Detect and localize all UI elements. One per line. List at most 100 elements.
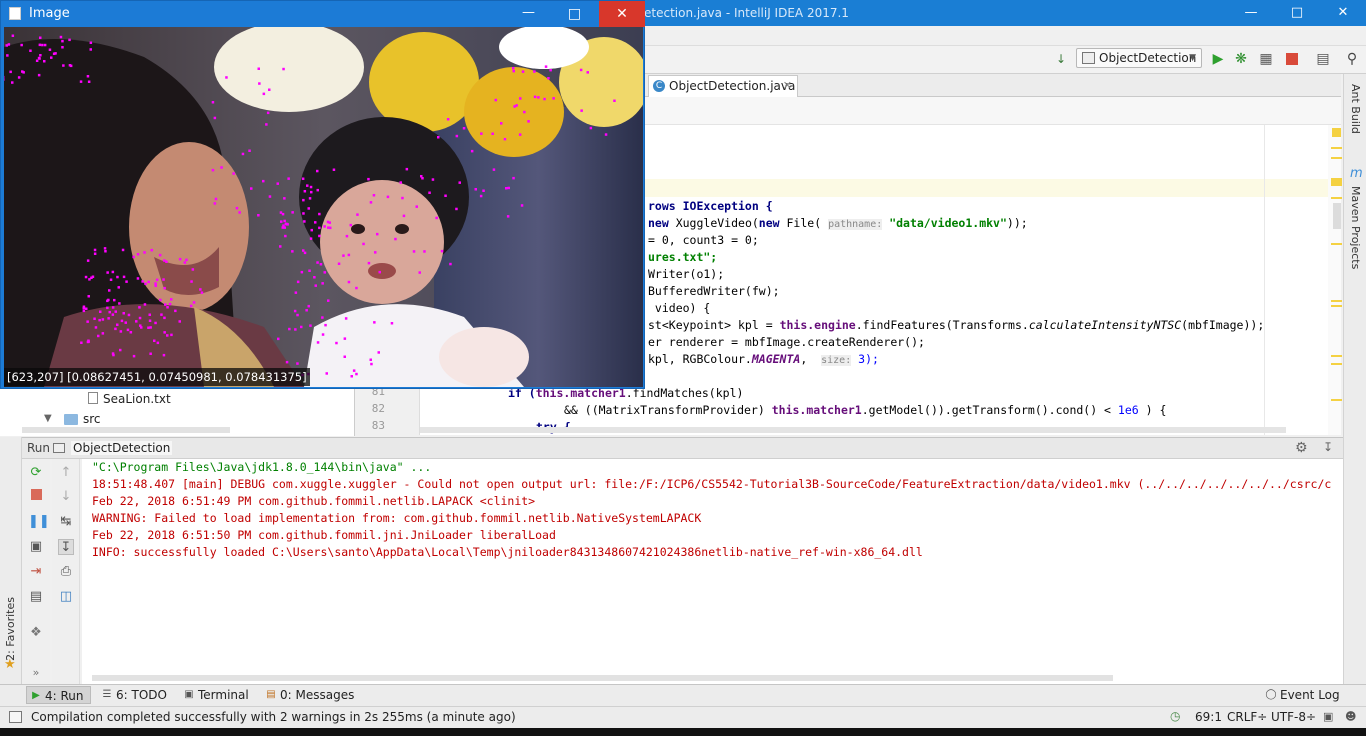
keypoint — [148, 319, 152, 322]
rerun-icon[interactable]: ⟳ — [28, 465, 44, 481]
close-tab-icon[interactable]: ✕ — [783, 76, 792, 96]
keypoint — [327, 299, 330, 302]
hide-panel-icon[interactable]: ↧ — [1323, 440, 1333, 454]
pin-icon[interactable]: ❖ — [28, 625, 44, 641]
run-panel-label: Run — [27, 441, 51, 455]
ide-maximize-button[interactable]: □ — [1274, 0, 1320, 26]
video-frame[interactable] — [4, 27, 643, 387]
layout-icon[interactable]: ▤ — [28, 589, 44, 605]
image-maximize-button[interactable]: □ — [552, 1, 597, 27]
image-close-button[interactable]: ✕ — [599, 1, 645, 27]
tool-tab-event-log[interactable]: ◯ Event Log — [1262, 686, 1346, 704]
tree-item-src[interactable]: src — [83, 412, 101, 426]
error-stripe[interactable] — [1328, 125, 1341, 435]
debug-icon[interactable]: ❋ — [1232, 50, 1250, 68]
keypoint — [190, 280, 193, 283]
tree-item-sealion[interactable]: SeaLion.txt — [103, 392, 171, 406]
keypoint — [106, 271, 109, 274]
project-horizontal-scrollbar[interactable] — [22, 427, 230, 433]
stop-button[interactable] — [1283, 50, 1301, 68]
keypoint — [38, 43, 42, 47]
pause-icon[interactable]: ❚❚ — [28, 514, 50, 530]
keypoint — [21, 70, 24, 73]
console-horizontal-scrollbar[interactable] — [92, 675, 1113, 681]
tool-tab-todo[interactable]: ☰ 6: TODO — [98, 686, 173, 704]
ant-build-tab[interactable]: Ant Build — [1349, 84, 1362, 134]
console-line: 18:51:48.407 [main] DEBUG com.xuggle.xug… — [92, 477, 1332, 491]
warning-mark[interactable] — [1331, 157, 1342, 159]
keypoint — [586, 71, 589, 74]
warning-mark[interactable] — [1331, 399, 1342, 401]
run-icon[interactable]: ▶ — [1209, 50, 1227, 68]
maven-projects-tab[interactable]: Maven Projects — [1349, 186, 1362, 269]
sort-icon[interactable]: ↓ — [1052, 50, 1070, 68]
keypoint — [580, 109, 583, 112]
soft-wrap-icon[interactable]: ↹ — [58, 514, 74, 530]
search-icon[interactable]: ⚲ — [1343, 50, 1361, 68]
stop-icon[interactable] — [28, 489, 44, 505]
scroll-up-icon[interactable]: ↑ — [58, 465, 74, 481]
keypoint — [39, 54, 42, 57]
tab-objectdetection-java[interactable]: C ObjectDetection.java ✕ — [648, 75, 798, 97]
status-message[interactable]: Compilation completed successfully with … — [31, 710, 516, 724]
keypoint — [342, 254, 345, 257]
ide-minimize-button[interactable]: — — [1228, 0, 1274, 26]
warning-mark[interactable] — [1331, 305, 1342, 307]
warning-mark[interactable] — [1331, 355, 1342, 357]
camera-icon[interactable]: ▣ — [28, 539, 44, 555]
console-output[interactable]: "C:\Program Files\Java\jdk1.8.0_144\bin\… — [82, 459, 1343, 684]
clear-icon[interactable]: ◫ — [58, 589, 74, 605]
run-tab-objectdetection[interactable]: ObjectDetection — [71, 441, 173, 455]
inspector-icon[interactable]: ☻ — [1345, 710, 1356, 723]
tool-tab-messages[interactable]: ▤ 0: Messages — [262, 686, 360, 704]
collapse-arrow-icon[interactable]: ▼ — [44, 413, 52, 424]
favorites-tab[interactable]: 2: Favorites — [4, 597, 17, 661]
keypoint — [374, 251, 377, 254]
keypoint — [140, 326, 143, 329]
lock-icon[interactable]: ▣ — [1323, 710, 1333, 723]
editor-horizontal-scrollbar[interactable] — [420, 427, 1286, 433]
tool-tab-terminal[interactable]: ▣ Terminal — [180, 686, 255, 704]
warning-indicator-icon[interactable] — [1332, 128, 1341, 137]
scroll-down-icon[interactable]: ↓ — [58, 489, 74, 505]
keypoint — [148, 313, 151, 316]
status-panel-icon[interactable] — [9, 711, 22, 723]
run-configuration-dropdown[interactable]: ObjectDetection ▼ — [1076, 48, 1202, 68]
caret-position[interactable]: 69:1 — [1195, 710, 1222, 724]
keypoint — [449, 262, 452, 266]
exit-icon[interactable]: ⇥ — [28, 564, 44, 580]
coverage-icon[interactable]: ▦ — [1257, 50, 1275, 68]
keypoint — [282, 67, 285, 71]
warning-mark[interactable] — [1331, 178, 1342, 186]
warning-mark[interactable] — [1331, 147, 1342, 149]
keypoint — [527, 120, 530, 123]
run-configuration-label: ObjectDetection — [1099, 51, 1197, 65]
image-minimize-button[interactable]: — — [506, 1, 551, 27]
keypoint — [512, 176, 515, 180]
warning-mark[interactable] — [1331, 363, 1342, 365]
memory-indicator-icon[interactable]: ◷ — [1170, 709, 1180, 723]
tool-tab-run[interactable]: ▶ 4: Run — [26, 686, 91, 704]
warning-mark[interactable] — [1331, 243, 1342, 245]
line-separator[interactable]: CRLF÷ — [1227, 710, 1267, 724]
warning-mark[interactable] — [1331, 197, 1342, 199]
keypoint — [159, 298, 162, 302]
keypoint — [287, 177, 290, 180]
warning-mark[interactable] — [1331, 300, 1342, 302]
keypoint — [474, 188, 477, 191]
print-icon[interactable]: ⎙ — [58, 564, 74, 580]
image-window[interactable]: Image — □ ✕ [623,207] [0.08627451, 0.074… — [0, 0, 645, 389]
gear-icon[interactable]: ⚙ — [1295, 440, 1308, 456]
project-structure-icon[interactable]: ▤ — [1314, 50, 1332, 68]
file-encoding[interactable]: UTF-8÷ — [1271, 710, 1316, 724]
more-icon[interactable]: » — [28, 665, 44, 681]
ide-close-button[interactable]: ✕ — [1320, 0, 1366, 26]
scroll-to-end-icon[interactable]: ↧ — [58, 539, 74, 555]
keypoint — [369, 358, 372, 361]
keypoint — [549, 68, 552, 72]
scroll-thumb[interactable] — [1333, 203, 1341, 229]
keypoint — [154, 321, 157, 325]
keypoint — [301, 177, 305, 180]
keypoint — [302, 212, 305, 215]
keypoint — [156, 341, 160, 345]
